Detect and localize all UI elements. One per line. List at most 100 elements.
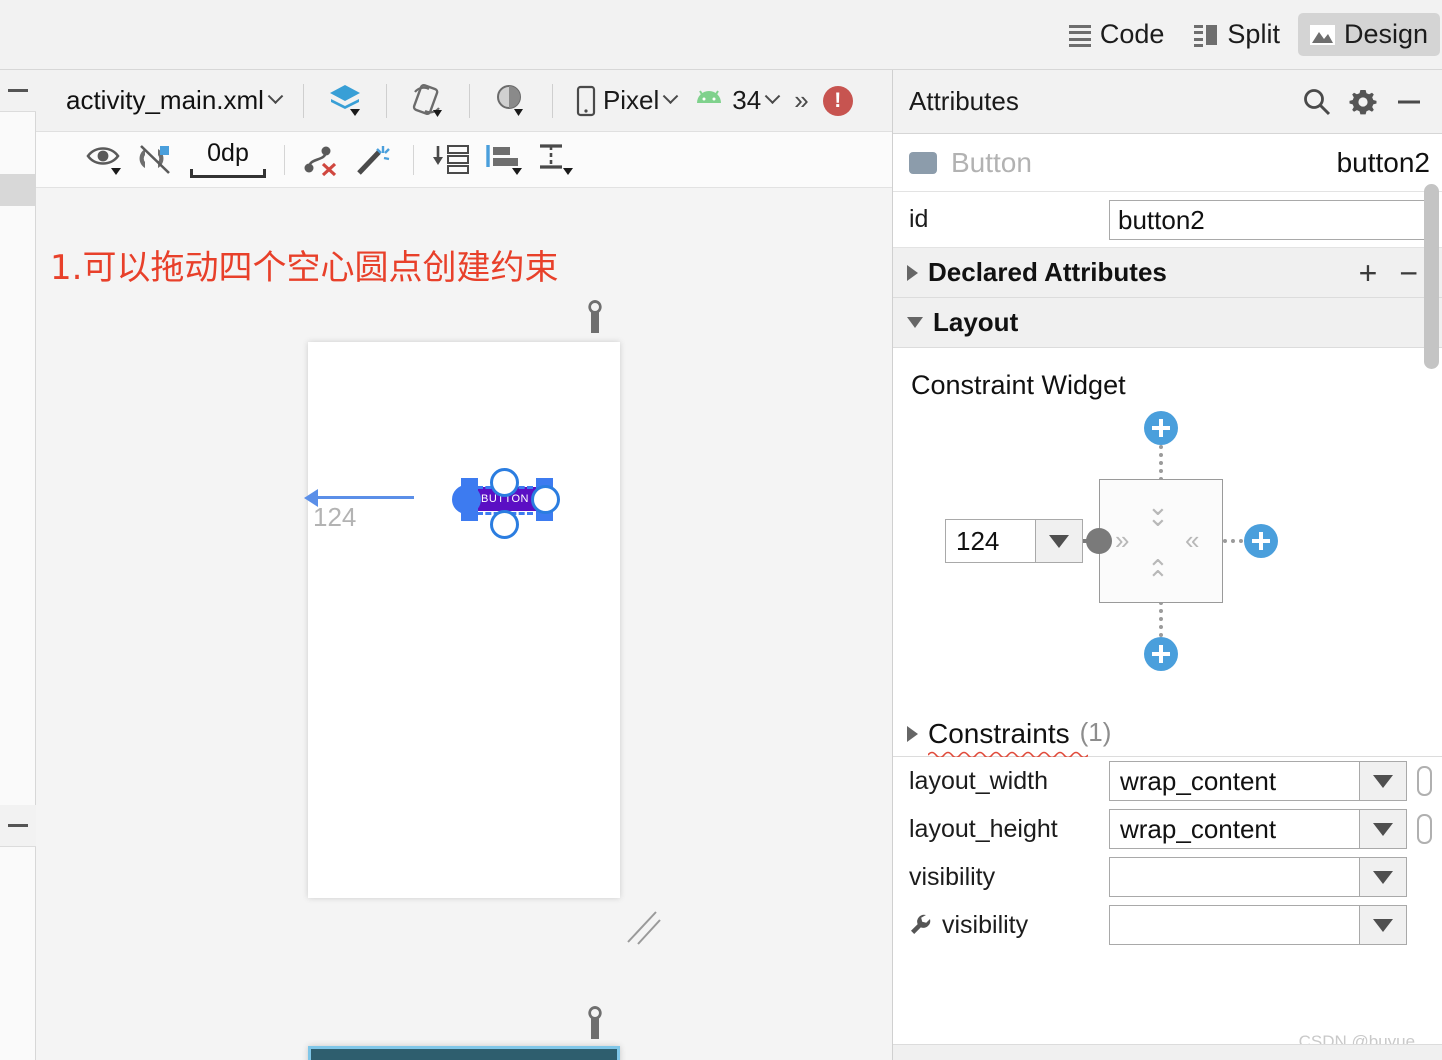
caret-down-icon [1373,870,1393,884]
align-button[interactable] [478,138,530,182]
section-layout[interactable]: Layout [893,298,1442,348]
layout-height-combo[interactable]: wrap_content [1109,809,1407,849]
default-margin-label: 0dp [207,139,249,167]
spellcheck-squiggle [928,751,1088,757]
tools-visibility-value[interactable] [1109,905,1359,945]
view-options-button[interactable] [80,138,132,182]
add-top-constraint-button[interactable] [1144,411,1178,445]
guidelines-button[interactable] [426,138,478,182]
section-declared-attributes[interactable]: Declared Attributes + − [893,248,1442,298]
constraint-anchor-left[interactable] [452,485,481,514]
tab-design[interactable]: Design [1297,13,1440,56]
constraint-widget[interactable]: ⌄ ⌄ » « ⌃ ⌃ 124 2.也可以点击蓝色加号创建约束 [893,401,1442,701]
tools-visibility-combo[interactable] [1109,905,1407,945]
tools-visibility-text: visibility [942,910,1029,939]
layout-height-value[interactable]: wrap_content [1109,809,1359,849]
toolbar-overflow-button[interactable]: » [786,85,814,116]
add-bottom-constraint-button[interactable] [1144,637,1178,671]
wrench-icon [911,914,931,934]
top-constraint-chevron-icon-2: ⌄ [1147,502,1169,532]
chevron-down-icon [663,88,679,105]
api-selector[interactable]: 34 [684,78,786,124]
search-icon[interactable] [1294,79,1340,125]
visibility-combo[interactable] [1109,857,1407,897]
theme-button[interactable] [484,78,538,124]
orientation-button[interactable] [401,78,455,124]
tab-split[interactable]: Split [1182,13,1292,56]
constraint-anchor-bottom[interactable] [490,510,519,539]
autoconnect-button[interactable] [132,138,184,182]
divider [302,83,304,118]
section-constraints[interactable]: Constraints (1) [893,701,1442,757]
editor-mode-bar: Code Split Design [0,0,1442,70]
caret-down-icon [1373,918,1393,932]
remove-attribute-button[interactable]: − [1393,257,1424,289]
preview-resize-handle[interactable] [626,910,668,946]
wrench-icon [583,1006,607,1048]
selected-widget-row: Button button2 [893,134,1442,192]
layout-width-combo[interactable]: wrap_content [1109,761,1407,801]
infer-constraints-button[interactable] [349,138,401,182]
phone-icon [576,85,596,116]
layout-width-value[interactable]: wrap_content [1109,761,1359,801]
left-constraint-anchor[interactable] [1086,528,1112,554]
property-row-visibility: visibility [893,853,1442,901]
tab-code[interactable]: Code [1057,13,1177,56]
widget-id-label: button2 [1336,146,1430,178]
layout-width-unit-pill[interactable] [1417,766,1432,796]
blueprint-preview-surface[interactable] [308,1046,620,1060]
device-selector[interactable]: Pixel [567,78,684,124]
add-attribute-button[interactable]: + [1353,257,1384,289]
infer-constraints-wand-icon [357,145,390,175]
split-view-icon [1194,24,1218,47]
selected-widget-button[interactable]: 124 BUTTON [304,468,605,539]
layout-width-dropdown[interactable] [1359,761,1407,801]
android-studio-layout-editor: Code Split Design activity_main.xml Pixe… [0,0,1442,1060]
layout-height-unit-pill[interactable] [1417,814,1432,844]
left-panel-minimize-top[interactable] [0,70,36,112]
left-panel-minimize-bottom[interactable] [0,805,36,847]
device-preview-surface[interactable]: 124 BUTTON [304,342,620,898]
error-badge[interactable]: ! [822,85,853,116]
layers-button[interactable] [318,78,372,124]
left-margin-value[interactable]: 124 [945,519,1035,563]
id-input[interactable]: button2 [1109,199,1428,240]
divider [468,83,470,118]
file-selector[interactable]: activity_main.xml [58,78,289,124]
tools-visibility-dropdown[interactable] [1359,905,1407,945]
chevron-down-icon [267,88,284,105]
chevron-right-icon [907,264,918,281]
autoconnect-magnet-off-icon [139,144,170,174]
attributes-scrollbar[interactable] [1424,184,1439,369]
editor-toolbar: activity_main.xml Pixel 34 » ! [36,70,892,132]
left-margin-control[interactable]: 124 [945,519,1083,563]
design-image-icon [1309,24,1335,45]
constraint-widget-label: Constraint Widget [911,370,1126,400]
caret-down-icon [1373,822,1393,836]
layout-height-dropdown[interactable] [1359,809,1407,849]
device-label: Pixel [602,85,660,115]
layout-section-title: Layout [933,307,1019,337]
left-constraint-chevron-icon: » [1115,525,1130,555]
tab-design-label: Design [1343,19,1428,49]
gear-icon[interactable] [1340,79,1386,125]
clear-constraints-button[interactable] [297,138,349,182]
left-margin-dropdown[interactable] [1035,519,1083,563]
design-canvas[interactable]: 1.可以拖动四个空心圆点创建约束 124 BUTTON [36,188,892,1060]
visibility-value[interactable] [1109,857,1359,897]
layout-width-label: layout_width [909,766,1048,795]
chevron-right-icon [907,726,918,742]
divider [413,144,414,175]
constraint-anchor-top[interactable] [490,468,519,497]
constraint-anchor-right[interactable] [531,485,560,514]
orientation-rotate-icon [412,83,442,117]
guidelines-icon [433,144,469,174]
baseline-align-button[interactable] [530,138,582,182]
left-strip-selected-block[interactable] [0,174,36,206]
widget-type-label: Button [951,146,1032,178]
default-margin-button[interactable]: 0dp [190,141,266,178]
minimize-icon[interactable] [1386,79,1432,125]
code-lines-icon [1068,24,1091,47]
add-right-constraint-button[interactable] [1244,524,1278,558]
visibility-dropdown[interactable] [1359,857,1407,897]
